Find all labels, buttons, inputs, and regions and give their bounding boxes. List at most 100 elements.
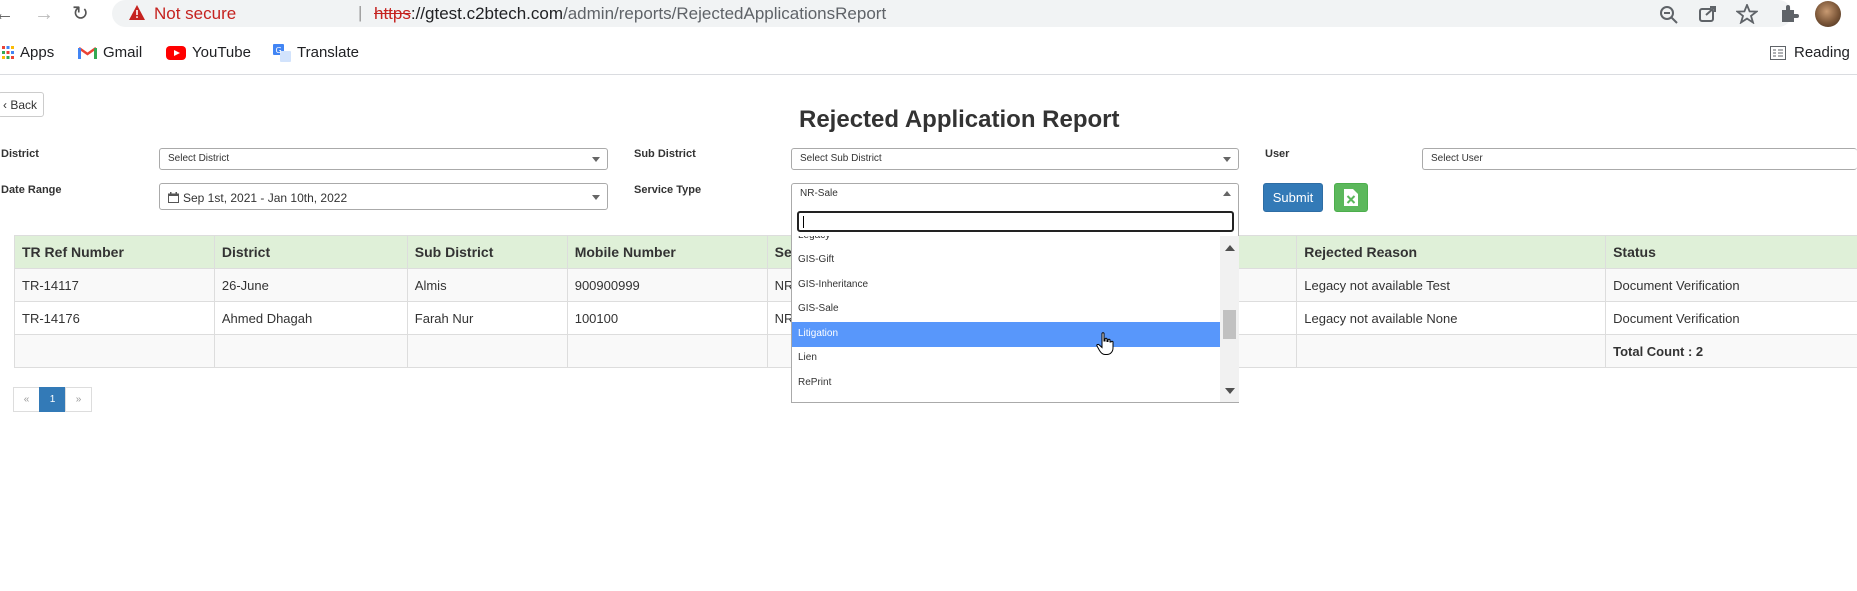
share-icon[interactable] bbox=[1697, 4, 1719, 24]
bookmarks-bar: Apps Gmail YouTube G Translate Reading bbox=[0, 35, 1857, 75]
cell-sub-district: Farah Nur bbox=[406, 301, 568, 335]
cell-empty bbox=[213, 334, 408, 368]
col-rejected-reason[interactable]: Rejected Reason bbox=[1296, 235, 1607, 269]
dropdown-option[interactable]: GIS-Inheritance bbox=[792, 273, 1220, 298]
reload-icon[interactable]: ↻ bbox=[72, 2, 89, 26]
profile-avatar[interactable] bbox=[1815, 1, 1841, 27]
bookmark-gmail[interactable]: Gmail bbox=[78, 44, 142, 61]
dropdown-option[interactable]: GIS-Gift bbox=[792, 248, 1220, 273]
user-select[interactable]: Select User bbox=[1422, 148, 1857, 170]
dropdown-option-highlighted[interactable]: Litigation bbox=[792, 322, 1220, 347]
date-range-value: Sep 1st, 2021 - Jan 10th, 2022 bbox=[183, 191, 348, 205]
zoom-out-icon[interactable] bbox=[1658, 4, 1680, 24]
cell-empty bbox=[566, 334, 768, 368]
bookmark-label: YouTube bbox=[192, 44, 251, 61]
reading-list-icon bbox=[1770, 46, 1786, 61]
dropdown-scrollbar[interactable] bbox=[1220, 236, 1239, 402]
reading-list[interactable]: Reading bbox=[1770, 44, 1850, 61]
service-type-dropdown: Legacy GIS-Gift GIS-Inheritance GIS-Sale… bbox=[791, 203, 1239, 403]
date-range-label: Date Range bbox=[1, 184, 62, 196]
bookmark-youtube[interactable]: YouTube bbox=[166, 44, 251, 61]
cell-empty bbox=[406, 334, 568, 368]
cell-empty bbox=[14, 334, 215, 368]
cell-rejected-reason: Legacy not available None bbox=[1296, 301, 1607, 335]
cell-mobile: 100100 bbox=[566, 301, 768, 335]
district-select-value: Select District bbox=[168, 153, 230, 164]
col-district[interactable]: District bbox=[213, 235, 408, 269]
bookmark-label: Translate bbox=[297, 44, 359, 61]
hand-pointer-cursor-icon bbox=[1096, 332, 1114, 355]
bookmark-label: Apps bbox=[20, 44, 55, 61]
cell-sub-district: Almis bbox=[406, 268, 568, 302]
warning-icon bbox=[129, 5, 145, 20]
cell-mobile: 900900999 bbox=[566, 268, 768, 302]
pagination: « 1 » bbox=[13, 387, 92, 412]
reading-list-label: Reading bbox=[1794, 44, 1850, 61]
url-scheme: https bbox=[374, 4, 411, 23]
pagination-page[interactable]: 1 bbox=[39, 387, 66, 412]
apps-grid-icon bbox=[2, 46, 14, 60]
col-status[interactable]: Status bbox=[1605, 235, 1857, 269]
cell-district: 26-June bbox=[213, 268, 408, 302]
chevron-up-icon bbox=[1223, 191, 1231, 196]
scrollbar-thumb[interactable] bbox=[1223, 310, 1236, 339]
bookmark-apps[interactable]: Apps bbox=[2, 44, 54, 61]
cell-tr-ref: TR-14117 bbox=[14, 268, 215, 302]
scroll-up-arrow-icon[interactable] bbox=[1225, 245, 1235, 251]
cell-status: Document Verification bbox=[1605, 301, 1857, 335]
url-host: ://gtest.c2btech.com bbox=[410, 4, 563, 23]
cell-tr-ref: TR-14176 bbox=[14, 301, 215, 335]
url-text: https://gtest.c2btech.com/admin/reports/… bbox=[374, 4, 886, 24]
chevron-down-icon bbox=[592, 195, 600, 200]
calendar-icon bbox=[168, 192, 179, 203]
submit-button[interactable]: Submit bbox=[1263, 183, 1323, 212]
back-button[interactable]: ‹ Back bbox=[0, 92, 44, 117]
youtube-icon bbox=[166, 46, 186, 61]
extensions-icon[interactable] bbox=[1778, 4, 1800, 24]
cell-status: Document Verification bbox=[1605, 268, 1857, 302]
cell-rejected-reason: Legacy not available Test bbox=[1296, 268, 1607, 302]
user-label: User bbox=[1265, 148, 1290, 160]
cell-district: Ahmed Dhagah bbox=[213, 301, 408, 335]
bookmark-label: Gmail bbox=[103, 44, 143, 61]
pagination-prev[interactable]: « bbox=[13, 387, 40, 412]
col-sub-district[interactable]: Sub District bbox=[406, 235, 568, 269]
district-label: District bbox=[1, 148, 39, 160]
svg-text:G: G bbox=[276, 46, 282, 55]
text-caret bbox=[803, 216, 804, 228]
total-count: Total Count : 2 bbox=[1605, 334, 1857, 368]
col-mobile-number[interactable]: Mobile Number bbox=[566, 235, 768, 269]
forward-arrow-icon[interactable]: → bbox=[34, 2, 54, 26]
sub-district-select-value: Select Sub District bbox=[800, 153, 882, 164]
bookmark-translate[interactable]: G Translate bbox=[273, 44, 359, 63]
address-bar[interactable]: Not secure | https://gtest.c2btech.com/a… bbox=[112, 0, 1792, 27]
dropdown-option[interactable]: RePrint bbox=[792, 371, 1220, 396]
user-select-value: Select User bbox=[1431, 153, 1483, 164]
service-type-select-value: NR-Sale bbox=[800, 188, 838, 199]
browser-toolbar: ← → ↻ Not secure | https://gtest.c2btech… bbox=[0, 0, 1857, 27]
service-type-select[interactable]: NR-Sale bbox=[791, 183, 1239, 205]
back-arrow-icon[interactable]: ← bbox=[0, 2, 14, 26]
dropdown-search-input[interactable] bbox=[797, 211, 1234, 232]
col-tr-ref-number[interactable]: TR Ref Number bbox=[14, 235, 215, 269]
scroll-down-arrow-icon[interactable] bbox=[1225, 388, 1235, 394]
chevron-down-icon bbox=[592, 157, 600, 162]
dropdown-option[interactable]: GIS-Sale bbox=[792, 297, 1220, 322]
chevron-down-icon bbox=[1223, 157, 1231, 162]
translate-icon: G bbox=[273, 44, 291, 63]
excel-file-icon bbox=[1344, 189, 1358, 206]
not-secure-label: Not secure bbox=[154, 4, 237, 23]
dropdown-options: Legacy GIS-Gift GIS-Inheritance GIS-Sale… bbox=[792, 236, 1220, 402]
dropdown-option[interactable]: Lien bbox=[792, 346, 1220, 371]
bookmark-star-icon[interactable] bbox=[1736, 4, 1758, 24]
date-range-picker[interactable]: Sep 1st, 2021 - Jan 10th, 2022 bbox=[159, 183, 608, 210]
export-excel-button[interactable] bbox=[1334, 183, 1368, 212]
pagination-next[interactable]: » bbox=[65, 387, 92, 412]
back-label: Back bbox=[10, 98, 38, 112]
page-title: Rejected Application Report bbox=[799, 106, 1120, 133]
sub-district-label: Sub District bbox=[634, 148, 696, 160]
gmail-icon bbox=[78, 47, 97, 60]
district-select[interactable]: Select District bbox=[159, 148, 608, 170]
chevron-left-icon: ‹ bbox=[3, 98, 7, 112]
sub-district-select[interactable]: Select Sub District bbox=[791, 148, 1239, 170]
